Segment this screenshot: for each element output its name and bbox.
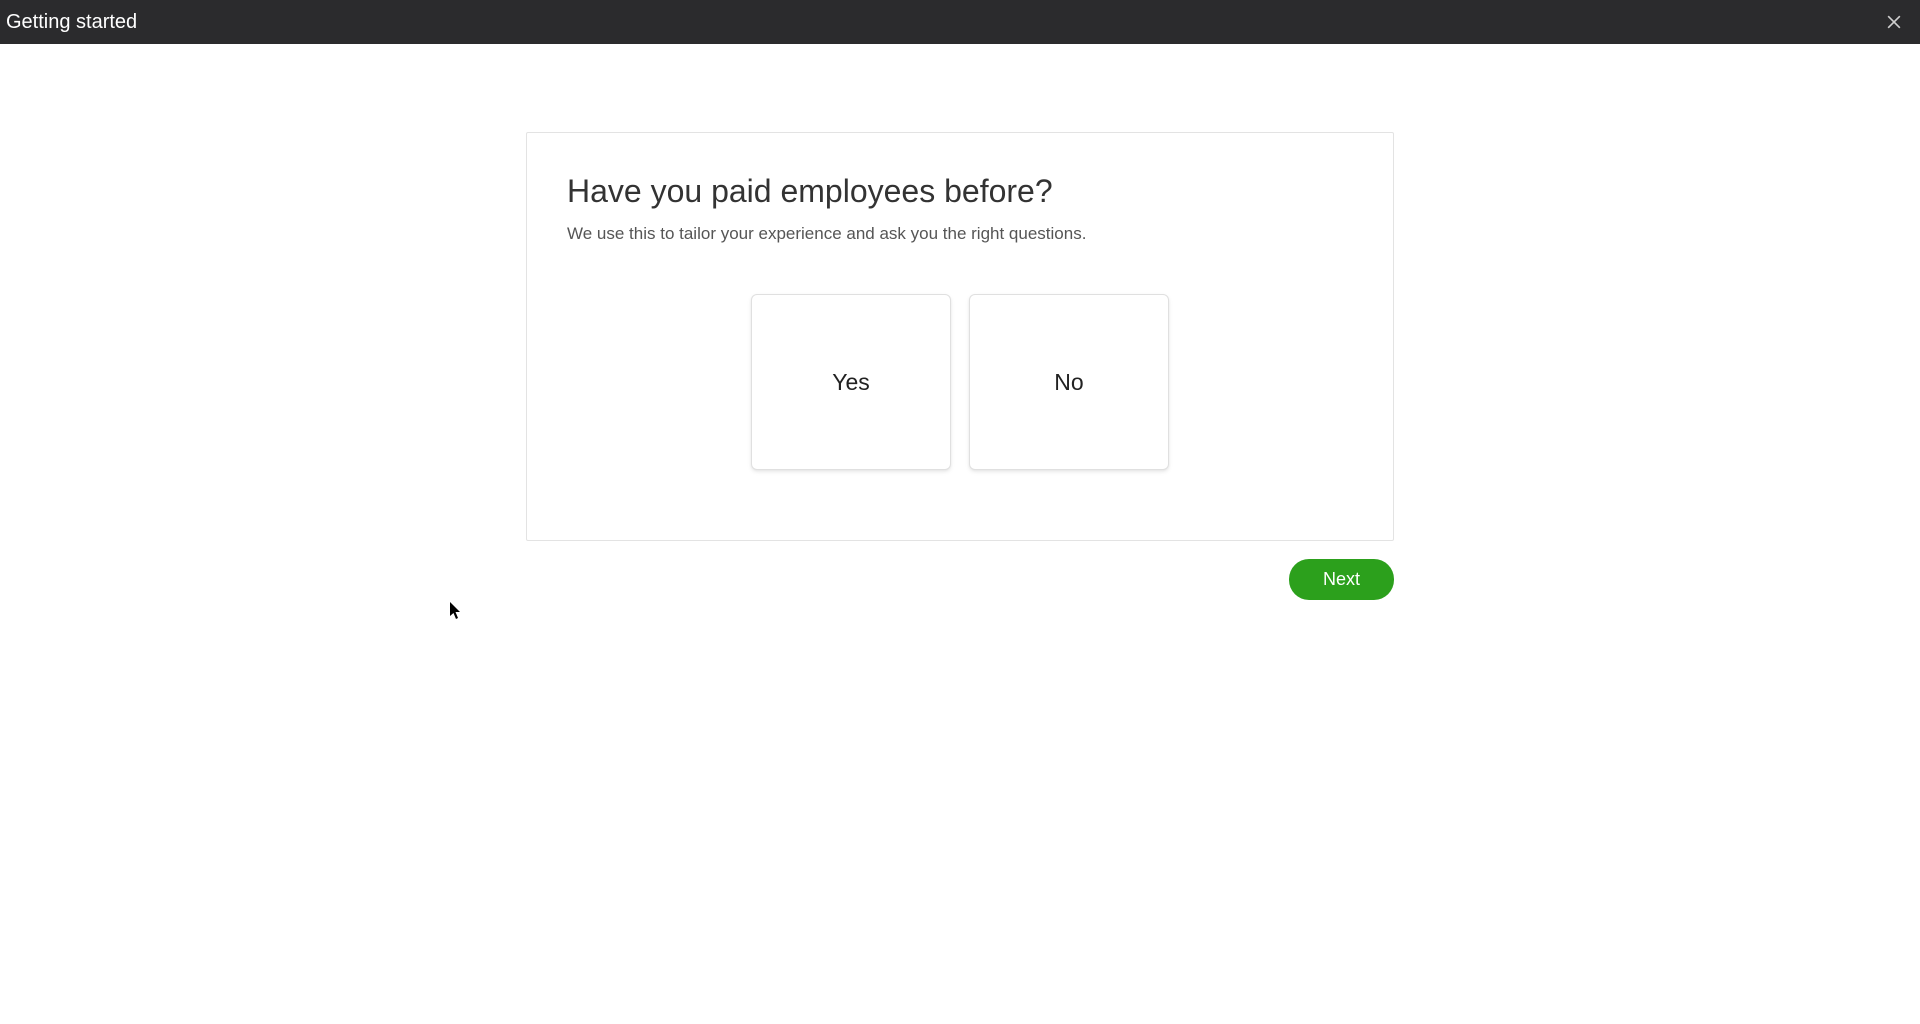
content-wrapper: Have you paid employees before? We use t… <box>0 44 1920 600</box>
next-button[interactable]: Next <box>1289 559 1394 600</box>
question-title: Have you paid employees before? <box>567 173 1353 210</box>
header-title: Getting started <box>6 11 137 34</box>
option-yes[interactable]: Yes <box>751 294 951 470</box>
question-subtitle: We use this to tailor your experience an… <box>567 224 1353 244</box>
option-yes-label: Yes <box>832 369 870 396</box>
cursor-icon <box>450 602 464 620</box>
option-no-label: No <box>1054 369 1083 396</box>
close-icon <box>1884 12 1904 32</box>
header-bar: Getting started <box>0 0 1920 44</box>
option-no[interactable]: No <box>969 294 1169 470</box>
button-row: Next <box>526 559 1394 600</box>
close-button[interactable] <box>1880 8 1908 36</box>
question-card: Have you paid employees before? We use t… <box>526 132 1394 541</box>
options-container: Yes No <box>567 294 1353 470</box>
